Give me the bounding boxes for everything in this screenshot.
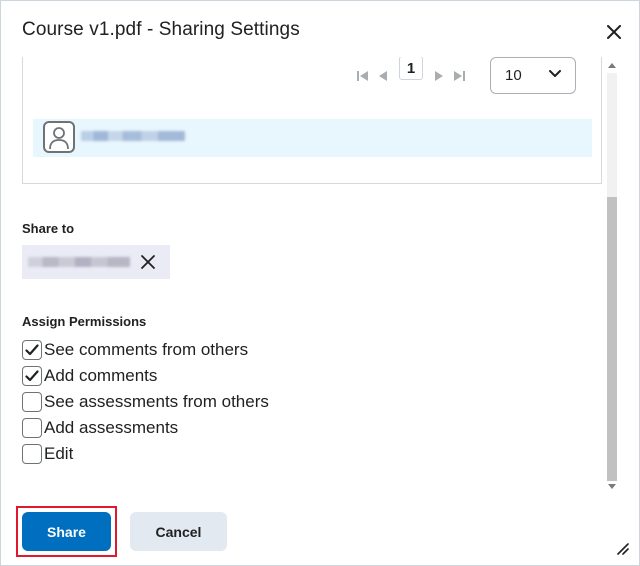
per-page-value: 10 [505, 67, 522, 84]
user-list-panel: 1 10 [22, 57, 602, 184]
permission-add-comments[interactable]: Add comments [22, 365, 157, 387]
user-icon [49, 127, 69, 150]
share-button[interactable]: Share [22, 512, 111, 551]
per-page-select[interactable]: 10 [490, 57, 576, 94]
permission-label: Edit [44, 444, 74, 463]
chevron-down-icon [549, 70, 561, 77]
checkbox[interactable] [22, 418, 42, 438]
check-icon [25, 344, 39, 356]
scroll-down-icon[interactable] [608, 484, 616, 489]
close-button[interactable] [603, 21, 625, 43]
check-icon [25, 370, 39, 382]
permission-add-assessments[interactable]: Add assessments [22, 417, 178, 439]
share-to-label: Share to [22, 221, 75, 236]
checkbox[interactable] [22, 366, 42, 386]
close-icon [607, 25, 621, 39]
user-list-item[interactable] [33, 119, 592, 157]
permission-label: See assessments from others [44, 392, 269, 411]
remove-recipient-icon[interactable] [140, 254, 156, 270]
dialog-footer: Share Cancel [1, 501, 639, 565]
first-page-icon[interactable] [353, 66, 373, 86]
assign-permissions-label: Assign Permissions [22, 314, 147, 329]
next-page-icon[interactable] [429, 66, 449, 86]
permission-label: Add assessments [44, 418, 179, 437]
recipient-name-redacted [28, 257, 130, 267]
permission-label: See comments from others [44, 340, 249, 359]
checkbox[interactable] [22, 340, 42, 360]
resize-handle-icon[interactable] [615, 541, 629, 555]
previous-page-icon[interactable] [373, 66, 393, 86]
checkbox[interactable] [22, 392, 42, 412]
checkbox[interactable] [22, 444, 42, 464]
avatar [43, 121, 75, 153]
current-page-number[interactable]: 1 [399, 57, 423, 80]
share-recipient-chip [22, 245, 170, 279]
vertical-scrollbar[interactable] [605, 57, 619, 495]
last-page-icon[interactable] [449, 66, 469, 86]
scrollbar-thumb[interactable] [607, 197, 617, 481]
cancel-button[interactable]: Cancel [130, 512, 227, 551]
dialog-content: 1 10 Share to Assign Permissions See com… [1, 57, 621, 495]
permission-edit[interactable]: Edit [22, 443, 73, 465]
sharing-settings-dialog: Course v1.pdf - Sharing Settings 1 10 Sh… [0, 0, 640, 566]
user-name-redacted [81, 131, 185, 141]
permission-see-assessments[interactable]: See assessments from others [22, 391, 269, 413]
dialog-title: Course v1.pdf - Sharing Settings [22, 19, 300, 40]
scroll-up-icon[interactable] [608, 63, 616, 68]
permission-label: Add comments [44, 366, 158, 385]
pagination: 1 [353, 57, 469, 91]
permission-see-comments[interactable]: See comments from others [22, 339, 248, 361]
